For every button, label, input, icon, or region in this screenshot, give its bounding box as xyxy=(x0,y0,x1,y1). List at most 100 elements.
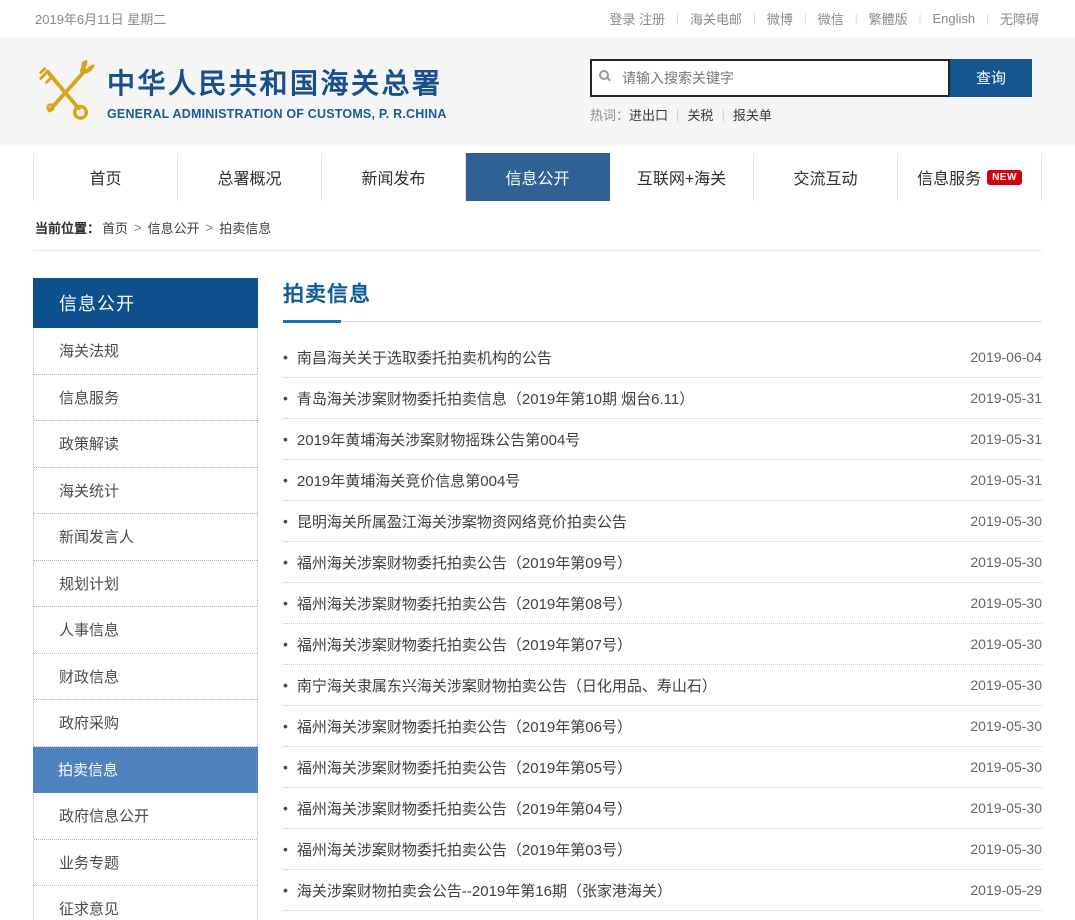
wechat-link[interactable]: 微信 xyxy=(818,9,844,28)
bullet-icon: • xyxy=(283,718,288,734)
page: 2019年6月11日 星期二 登录 注册 | 海关电邮 | 微博 | 微信 | 繁體版 |… xyxy=(0,0,1075,920)
bullet-icon: • xyxy=(283,677,288,693)
announcement-link[interactable]: 2019年黄埔海关涉案财物摇珠公告第004号 xyxy=(297,429,580,450)
current-date: 2019年6月11日 星期二 xyxy=(35,9,166,28)
bullet-icon: • xyxy=(283,431,288,447)
announcement-link[interactable]: 南昌海关关于选取委托拍卖机构的公告 xyxy=(297,347,552,368)
breadcrumb-separator: > xyxy=(206,220,214,235)
nav-tab-overview[interactable]: 总署概况 xyxy=(178,153,322,201)
sidebar-item-info-service[interactable]: 信息服务 xyxy=(34,375,257,422)
divider: | xyxy=(753,13,756,25)
sidebar-menu: 海关法规 信息服务 政策解读 海关统计 新闻发言人 规划计划 人事信息 财政信息… xyxy=(33,328,258,920)
bullet-icon: • xyxy=(283,800,288,816)
bullet-icon: • xyxy=(283,636,288,652)
main-panel: 拍卖信息 •南昌海关关于选取委托拍卖机构的公告 2019-06-04 •青岛海关… xyxy=(258,278,1042,911)
list-item: •福州海关涉案财物委托拍卖公告（2019年第08号） 2019-05-30 xyxy=(283,583,1042,624)
hot-keywords: 热词： 进出口| 关税| 报关单 xyxy=(590,105,1032,124)
nav-tab-info-service[interactable]: 信息服务 NEW xyxy=(898,153,1042,201)
announcement-link[interactable]: 福州海关涉案财物委托拍卖公告（2019年第08号） xyxy=(297,593,632,614)
sidebar-item-personnel-info[interactable]: 人事信息 xyxy=(34,607,257,654)
announcement-date: 2019-05-30 xyxy=(970,759,1042,775)
divider: | xyxy=(676,107,679,122)
announcement-date: 2019-05-30 xyxy=(970,718,1042,734)
sidebar-item-auction-info[interactable]: 拍卖信息 xyxy=(33,747,258,794)
list-item: • 2019年黄埔海关涉案财物摇珠公告第004号 2019-05-31 xyxy=(283,419,1042,460)
sidebar-item-spokesperson[interactable]: 新闻发言人 xyxy=(34,514,257,561)
customs-emblem-icon xyxy=(33,60,97,122)
breadcrumb-auction-info[interactable]: 拍卖信息 xyxy=(219,218,271,237)
sidebar-item-business-topics[interactable]: 业务专题 xyxy=(34,840,257,887)
sidebar-item-customs-regulations[interactable]: 海关法规 xyxy=(34,328,257,375)
customs-email-link[interactable]: 海关电邮 xyxy=(690,9,742,28)
list-item: • 昆明海关所属盈江海关涉案物资网络竞价拍卖公告 2019-05-30 xyxy=(283,501,1042,542)
hotword-declaration[interactable]: 报关单 xyxy=(733,105,772,124)
announcement-date: 2019-05-30 xyxy=(970,800,1042,816)
list-item: •福州海关涉案财物委托拍卖公告（2019年第07号） 2019-05-30 xyxy=(283,624,1042,665)
announcement-link[interactable]: 福州海关涉案财物委托拍卖公告（2019年第03号） xyxy=(297,839,632,860)
list-item: • 南昌海关关于选取委托拍卖机构的公告 2019-06-04 xyxy=(283,337,1042,378)
title-accent-bar xyxy=(283,320,341,323)
announcement-date: 2019-05-30 xyxy=(970,513,1042,529)
bullet-icon: • xyxy=(283,349,288,365)
utility-links: 登录 注册| 海关电邮| 微博| 微信| 繁體版| English| 无障碍 xyxy=(610,9,1040,28)
nav-tab-interaction[interactable]: 交流互动 xyxy=(754,153,898,201)
site-brand[interactable]: 中华人民共和国海关总署 GENERAL ADMINISTRATION OF CU… xyxy=(33,60,447,122)
site-title-chinese: 中华人民共和国海关总署 xyxy=(107,62,447,102)
divider: | xyxy=(804,13,807,25)
bullet-icon: • xyxy=(283,513,288,529)
hotword-import-export[interactable]: 进出口 xyxy=(629,105,668,124)
hotword-tariff[interactable]: 关税 xyxy=(687,105,713,124)
new-badge: NEW xyxy=(987,170,1022,185)
divider: | xyxy=(986,13,989,25)
announcement-date: 2019-05-30 xyxy=(970,677,1042,693)
search-input[interactable] xyxy=(590,59,950,97)
site-title-english: GENERAL ADMINISTRATION OF CUSTOMS, P. R.… xyxy=(107,107,447,121)
sidebar-item-policy-interpretation[interactable]: 政策解读 xyxy=(34,421,257,468)
nav-tab-home[interactable]: 首页 xyxy=(33,153,178,201)
login-register-link[interactable]: 登录 注册 xyxy=(610,9,666,28)
traditional-chinese-link[interactable]: 繁體版 xyxy=(869,9,908,28)
announcement-link[interactable]: 海关涉案财物拍卖会公告--2019年第16期（张家港海关） xyxy=(297,880,672,901)
nav-tab-news[interactable]: 新闻发布 xyxy=(322,153,466,201)
sidebar: 信息公开 海关法规 信息服务 政策解读 海关统计 新闻发言人 规划计划 人事信息… xyxy=(33,278,258,920)
nav-tab-info-disclosure[interactable]: 信息公开 xyxy=(466,153,610,201)
announcement-link[interactable]: 福州海关涉案财物委托拍卖公告（2019年第04号） xyxy=(297,798,632,819)
announcement-link[interactable]: 福州海关涉案财物委托拍卖公告（2019年第09号） xyxy=(297,552,632,573)
sidebar-item-gov-info-disclosure[interactable]: 政府信息公开 xyxy=(34,793,257,840)
sidebar-item-fiscal-info[interactable]: 财政信息 xyxy=(34,654,257,701)
list-item: • 福州海关涉案财物委托拍卖公告（2019年第04号） 2019-05-30 xyxy=(283,788,1042,829)
announcement-link[interactable]: 昆明海关所属盈江海关涉案物资网络竞价拍卖公告 xyxy=(297,511,627,532)
sidebar-item-solicit-opinions[interactable]: 征求意见 xyxy=(34,886,257,920)
breadcrumb-home[interactable]: 首页 xyxy=(102,218,128,237)
announcement-link[interactable]: 南宁海关隶属东兴海关涉案财物拍卖公告（日化用品、寿山石） xyxy=(297,675,717,696)
primary-nav: 首页 总署概况 新闻发布 信息公开 互联网+海关 交流互动 信息服务 NEW xyxy=(33,153,1042,201)
announcement-date: 2019-05-30 xyxy=(970,595,1042,611)
breadcrumb: 当前位置： 首页 > 信息公开 > 拍卖信息 xyxy=(33,201,1042,251)
english-link[interactable]: English xyxy=(932,11,975,26)
list-item: •福州海关涉案财物委托拍卖公告（2019年第03号） 2019-05-30 xyxy=(283,829,1042,870)
accessibility-link[interactable]: 无障碍 xyxy=(1000,9,1039,28)
sidebar-item-gov-procurement[interactable]: 政府采购 xyxy=(34,700,257,747)
sidebar-item-customs-statistics[interactable]: 海关统计 xyxy=(34,468,257,515)
announcement-date: 2019-05-31 xyxy=(970,431,1042,447)
weibo-link[interactable]: 微博 xyxy=(767,9,793,28)
bullet-icon: • xyxy=(283,882,288,898)
search-area: 查询 热词： 进出口| 关税| 报关单 xyxy=(590,59,1032,124)
list-item: •福州海关涉案财物委托拍卖公告（2019年第05号） 2019-05-30 xyxy=(283,747,1042,788)
top-utility-bar: 2019年6月11日 星期二 登录 注册| 海关电邮| 微博| 微信| 繁體版|… xyxy=(0,0,1075,37)
sidebar-item-planning[interactable]: 规划计划 xyxy=(34,561,257,608)
list-item: •福州海关涉案财物委托拍卖公告（2019年第09号） 2019-05-30 xyxy=(283,542,1042,583)
nav-tab-internet-customs[interactable]: 互联网+海关 xyxy=(610,153,754,201)
announcement-link[interactable]: 福州海关涉案财物委托拍卖公告（2019年第05号） xyxy=(297,757,632,778)
breadcrumb-info-disclosure[interactable]: 信息公开 xyxy=(148,218,200,237)
announcement-link[interactable]: 福州海关涉案财物委托拍卖公告（2019年第07号） xyxy=(297,634,632,655)
search-submit-button[interactable]: 查询 xyxy=(950,59,1032,97)
announcement-date: 2019-06-04 xyxy=(970,349,1042,365)
divider: | xyxy=(855,13,858,25)
bullet-icon: • xyxy=(283,554,288,570)
announcement-date: 2019-05-31 xyxy=(970,472,1042,488)
bullet-icon: • xyxy=(283,841,288,857)
announcement-link[interactable]: 青岛海关涉案财物委托拍卖信息（2019年第10期 烟台6.11） xyxy=(297,388,694,409)
announcement-link[interactable]: 2019年黄埔海关竞价信息第004号 xyxy=(297,470,520,491)
announcement-link[interactable]: 福州海关涉案财物委托拍卖公告（2019年第06号） xyxy=(297,716,632,737)
